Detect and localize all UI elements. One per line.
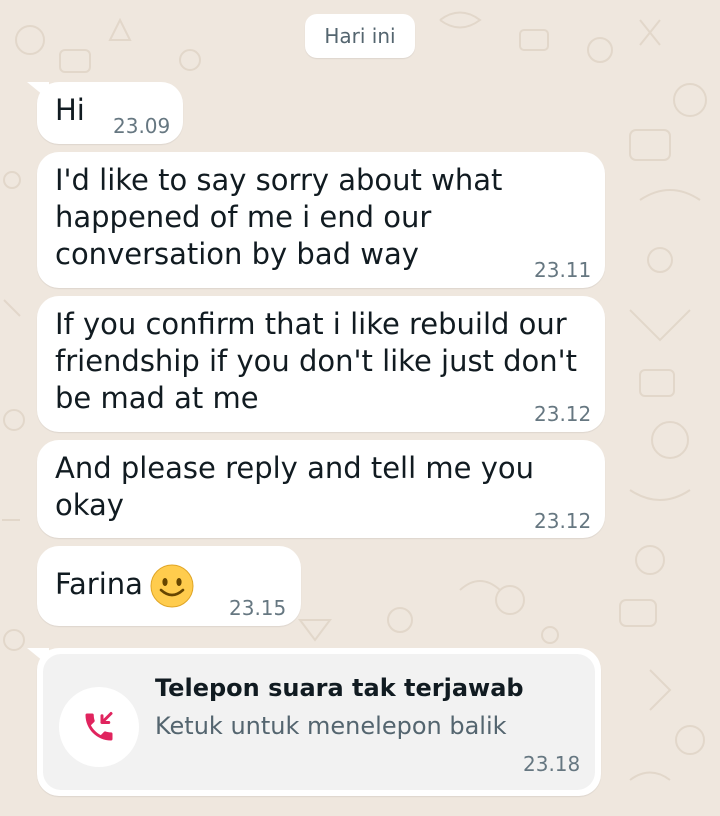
- message-time: 23.09: [113, 114, 171, 138]
- message-bubble[interactable]: Hi 23.09: [27, 82, 183, 144]
- message-time: 23.12: [534, 509, 592, 533]
- missed-call-card[interactable]: Telepon suara tak terjawab Ketuk untuk m…: [27, 648, 601, 796]
- message-bubble[interactable]: I'd like to say sorry about what happene…: [37, 152, 605, 288]
- message-text: And please reply and tell me you okay: [55, 451, 534, 522]
- date-divider: Hari ini: [305, 14, 415, 58]
- smiling-face-emoji: [150, 564, 194, 608]
- message-bubble[interactable]: If you confirm that i like rebuild our f…: [37, 296, 605, 432]
- message-time: 23.15: [229, 596, 287, 620]
- message-time: 23.11: [534, 258, 592, 282]
- message-time: 23.12: [534, 402, 592, 426]
- message-text: If you confirm that i like rebuild our f…: [55, 307, 578, 415]
- message-bubble[interactable]: Farina 23.15: [37, 546, 301, 626]
- missed-call-subtitle: Ketuk untuk menelepon balik: [155, 712, 507, 740]
- bubble-tail: [27, 82, 49, 100]
- call-icon-container: [59, 687, 139, 767]
- missed-call-time: 23.18: [523, 752, 581, 776]
- missed-call-title: Telepon suara tak terjawab: [155, 674, 524, 702]
- message-bubble[interactable]: And please reply and tell me you okay 23…: [37, 440, 605, 538]
- message-text: Hi: [55, 93, 85, 127]
- missed-voice-call-icon: [85, 712, 113, 741]
- message-text: Farina: [55, 567, 143, 601]
- message-text: I'd like to say sorry about what happene…: [55, 163, 503, 271]
